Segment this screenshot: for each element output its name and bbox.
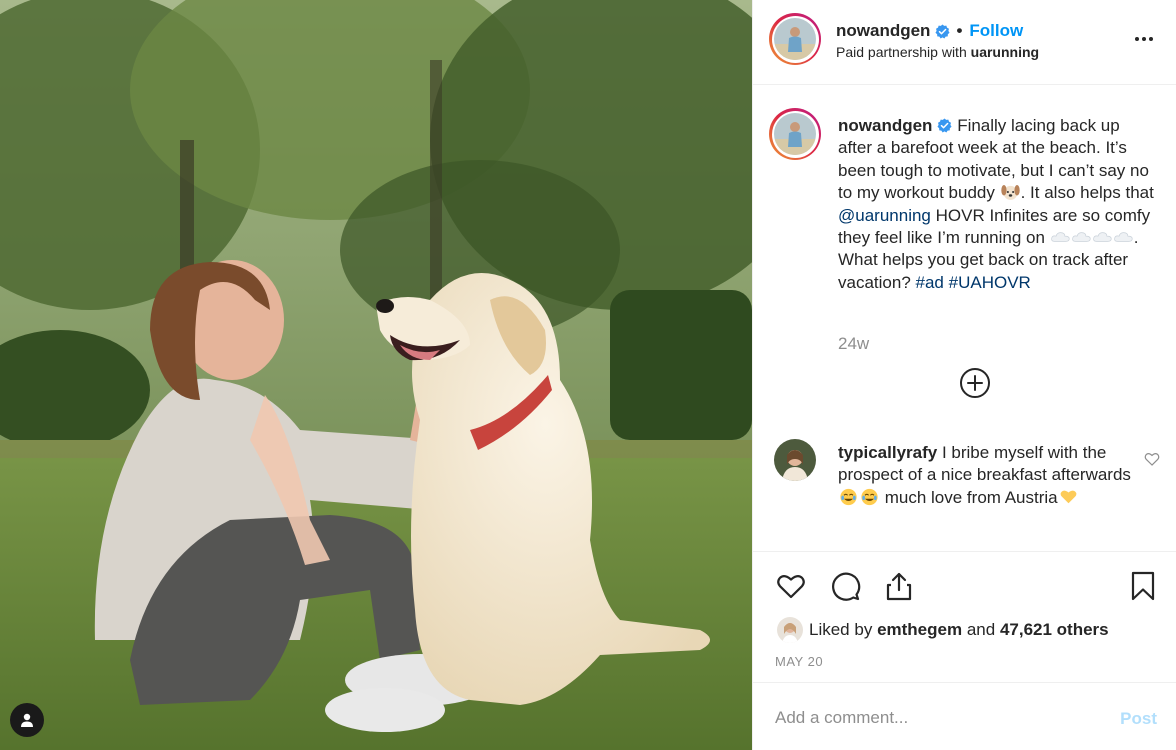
avatar-image: [774, 439, 816, 481]
likes-count[interactable]: 47,621 others: [1000, 620, 1109, 640]
verified-badge-icon: [937, 118, 952, 133]
like-heart-icon[interactable]: [775, 570, 807, 602]
cloud-emoji-icon: [1071, 232, 1091, 242]
commenter-username[interactable]: typicallyrafy: [838, 443, 937, 462]
avatar-image: [774, 113, 816, 155]
comment-like-heart-icon[interactable]: [1144, 451, 1160, 467]
hashtag-link[interactable]: #UAHOVR: [949, 273, 1031, 292]
likes-summary: Liked by emthegem and 47,621 others: [777, 617, 1109, 643]
cloud-emoji-icon: [1092, 232, 1112, 242]
avatar-image: [777, 617, 803, 643]
post-header: nowandgen • Follow Paid partnership with…: [753, 0, 1176, 85]
commenter-avatar[interactable]: [774, 439, 816, 481]
user-icon: [21, 713, 33, 727]
liker-username[interactable]: emthegem: [877, 620, 962, 640]
add-comment-input[interactable]: [775, 705, 1095, 731]
caption-time-ago[interactable]: 24w: [838, 334, 869, 354]
comment-item: typicallyrafy I bribe myself with the pr…: [838, 442, 1133, 509]
post-caption: nowandgen Finally lacing back up after a…: [838, 115, 1158, 294]
caption-text-2: . It also helps that: [1020, 183, 1154, 203]
load-more-comments-icon[interactable]: [959, 367, 991, 399]
verified-badge-icon: [935, 23, 950, 38]
share-upload-icon[interactable]: [883, 570, 915, 602]
more-options-icon[interactable]: [1135, 30, 1159, 48]
post-comment-button[interactable]: Post: [1120, 709, 1157, 729]
cloud-emoji-icon: [1113, 232, 1133, 242]
post-actions: [753, 553, 1176, 603]
separator-dot: •: [956, 21, 963, 40]
post-image: [0, 0, 752, 750]
cloud-emoji-icon: [1050, 232, 1070, 242]
hashtag-link[interactable]: #ad: [916, 273, 944, 292]
caption-author-avatar[interactable]: [769, 108, 821, 160]
post-date[interactable]: MAY 20: [775, 654, 823, 669]
follow-button[interactable]: Follow: [969, 21, 1023, 41]
tears-of-joy-emoji-icon: [840, 488, 857, 505]
dog-face-emoji-icon: [1000, 185, 1020, 201]
caption-author-username[interactable]: nowandgen: [838, 116, 932, 135]
author-username[interactable]: nowandgen: [836, 21, 930, 41]
author-avatar[interactable]: [769, 13, 821, 65]
save-bookmark-icon[interactable]: [1127, 570, 1159, 602]
liker-avatar[interactable]: [777, 617, 803, 643]
post-side-panel: nowandgen • Follow Paid partnership with…: [752, 0, 1176, 750]
partnership-prefix: Paid partnership with: [836, 44, 967, 60]
post-photo[interactable]: [0, 0, 752, 750]
tagged-users-button[interactable]: [10, 703, 44, 737]
caption-mention-link[interactable]: @uarunning: [838, 206, 931, 225]
paid-partnership-label: Paid partnership with uarunning: [836, 44, 1039, 60]
yellow-heart-emoji-icon: [1060, 490, 1077, 504]
avatar-image: [774, 18, 816, 60]
tears-of-joy-emoji-icon: [861, 488, 878, 505]
comment-bubble-icon[interactable]: [829, 570, 861, 602]
partner-link[interactable]: uarunning: [971, 44, 1039, 60]
liked-by-prefix: Liked by: [809, 620, 873, 639]
comment-text-2: much love from Austria: [884, 487, 1058, 507]
comments-section[interactable]: nowandgen Finally lacing back up after a…: [753, 86, 1176, 552]
liked-by-connector: and: [966, 620, 996, 639]
add-comment-bar: Post: [753, 682, 1176, 750]
